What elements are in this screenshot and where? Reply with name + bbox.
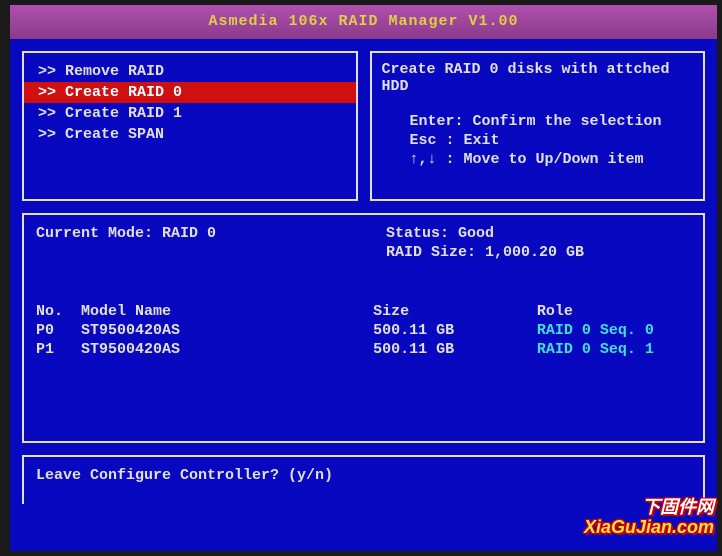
raid-size-label: RAID Size:: [386, 244, 476, 261]
header-no: No.: [36, 303, 63, 320]
disk-role: RAID 0 Seq. 0: [537, 322, 691, 339]
watermark-line2: XiaGuJian.com: [584, 518, 714, 538]
bios-screen: >> Remove RAID >> Create RAID 0 >> Creat…: [10, 39, 717, 551]
disk-size: 500.11 GB: [373, 341, 537, 358]
menu-item-create-raid-0[interactable]: >> Create RAID 0: [24, 82, 356, 103]
menu-item-create-span[interactable]: >> Create SPAN: [34, 124, 346, 145]
raid-size: RAID Size: 1,000.20 GB: [386, 244, 584, 261]
header-model: Model Name: [81, 303, 171, 320]
header-role: Role: [537, 303, 691, 320]
app-title: Asmedia 106x RAID Manager V1.00: [208, 13, 518, 30]
disk-no: P1: [36, 341, 54, 358]
disk-role: RAID 0 Seq. 1: [537, 341, 691, 358]
menu-panel: >> Remove RAID >> Create RAID 0 >> Creat…: [22, 51, 358, 201]
status-value: Good: [458, 225, 494, 242]
confirm-prompt[interactable]: Leave Configure Controller? (y/n): [36, 467, 333, 484]
table-header-row: No. Model Name Size Role: [36, 303, 691, 320]
key-hint-esc: Esc : Exit: [382, 132, 694, 149]
disk-no: P0: [36, 322, 54, 339]
status: Status: Good: [386, 225, 494, 242]
disk-size: 500.11 GB: [373, 322, 537, 339]
disk-model: ST9500420AS: [81, 322, 180, 339]
detail-panel: Current Mode: RAID 0 Status: Good RAID S…: [22, 213, 705, 443]
prompt-panel: Leave Configure Controller? (y/n): [22, 455, 705, 504]
table-row: P0 ST9500420AS 500.11 GB RAID 0 Seq. 0: [36, 322, 691, 339]
raid-size-value: 1,000.20 GB: [485, 244, 584, 261]
current-mode-value: RAID 0: [162, 225, 216, 242]
menu-item-remove-raid[interactable]: >> Remove RAID: [34, 61, 346, 82]
info-panel: Create RAID 0 disks with attched HDD Ent…: [370, 51, 706, 201]
header-size: Size: [373, 303, 537, 320]
menu-item-create-raid-1[interactable]: >> Create RAID 1: [34, 103, 346, 124]
info-title: Create RAID 0 disks with attched HDD: [382, 61, 694, 95]
status-label: Status:: [386, 225, 449, 242]
watermark-line1: 下固件网: [584, 498, 714, 518]
table-row: P1 ST9500420AS 500.11 GB RAID 0 Seq. 1: [36, 341, 691, 358]
current-mode: Current Mode: RAID 0: [36, 225, 386, 242]
key-hint-arrows: ↑,↓ : Move to Up/Down item: [382, 151, 694, 168]
title-bar: Asmedia 106x RAID Manager V1.00: [10, 5, 717, 39]
disk-model: ST9500420AS: [81, 341, 180, 358]
current-mode-label: Current Mode:: [36, 225, 153, 242]
key-hint-enter: Enter: Confirm the selection: [382, 113, 694, 130]
watermark: 下固件网 XiaGuJian.com: [584, 498, 714, 538]
